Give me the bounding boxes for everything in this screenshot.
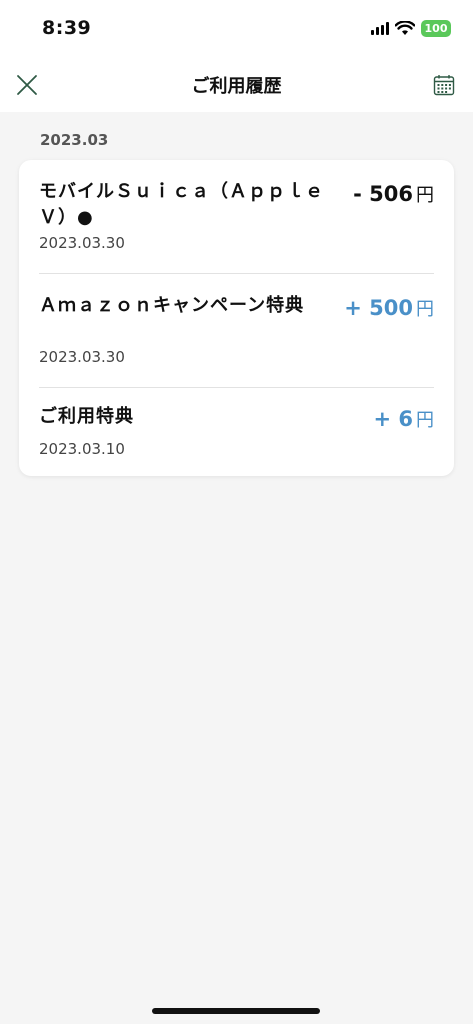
history-item-amount: + 500 円 <box>344 295 434 321</box>
amount-value: + 6 <box>373 407 413 431</box>
history-item-date: 2023.03.10 <box>39 440 125 458</box>
history-item-amount: - 506 円 <box>353 181 434 207</box>
wifi-icon <box>395 21 415 35</box>
history-item-date: 2023.03.30 <box>39 348 125 366</box>
amount-value: + 500 <box>344 296 413 320</box>
amount-unit: 円 <box>416 185 434 206</box>
home-indicator[interactable] <box>152 1008 320 1014</box>
history-item-date: 2023.03.30 <box>39 234 125 252</box>
battery-icon: 100 <box>421 20 451 37</box>
status-icons: 100 <box>371 20 451 37</box>
month-header: 2023.03 <box>40 131 109 149</box>
history-item[interactable]: Ａｍａｚｏｎキャンペーン特典 2023.03.30 + 500 円 <box>39 274 434 388</box>
amount-value: - 506 <box>353 182 413 206</box>
page-title: ご利用履歴 <box>191 76 282 97</box>
calendar-button[interactable] <box>429 70 459 100</box>
history-item[interactable]: ご利用特典 2023.03.10 + 6円 <box>39 388 434 476</box>
calendar-icon <box>433 75 455 96</box>
history-item-title: ご利用特典 <box>39 406 134 427</box>
history-item-amount: + 6円 <box>373 406 434 432</box>
status-bar: 8:39 100 <box>0 0 473 58</box>
status-time: 8:39 <box>42 17 92 39</box>
amount-unit: 円 <box>416 410 434 431</box>
history-item[interactable]: モバイルＳｕｉｃａ（ＡｐｐｌｅＶ）● 2023.03.30 - 506 円 <box>39 160 434 274</box>
amount-unit: 円 <box>416 299 434 320</box>
nav-bar: ご利用履歴 <box>0 58 473 112</box>
cellular-signal-icon <box>371 22 389 35</box>
history-item-title: モバイルＳｕｉｃａ（ＡｐｐｌｅＶ）● <box>39 181 324 228</box>
history-item-title: Ａｍａｚｏｎキャンペーン特典 <box>39 295 305 316</box>
history-card: モバイルＳｕｉｃａ（ＡｐｐｌｅＶ）● 2023.03.30 - 506 円 Ａｍａ… <box>19 160 454 476</box>
